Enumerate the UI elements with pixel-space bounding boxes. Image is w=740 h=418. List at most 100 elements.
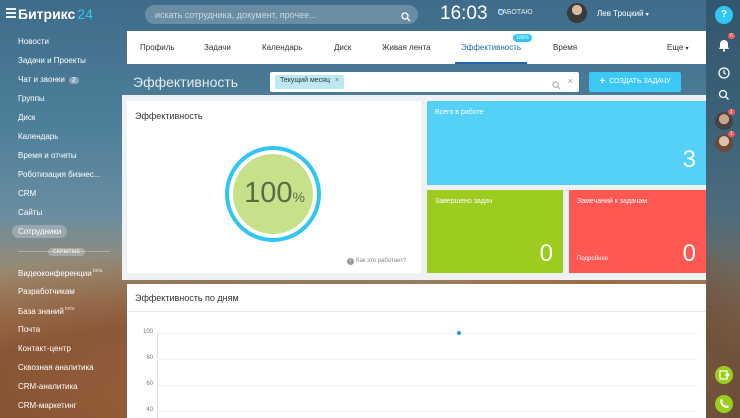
- active-tab-underline: [455, 62, 527, 64]
- search-icon[interactable]: [552, 77, 561, 95]
- tab-time[interactable]: Время: [553, 43, 577, 52]
- y-tick-label: 80: [146, 355, 153, 361]
- efficiency-unit: %: [292, 189, 305, 205]
- how-it-works-link[interactable]: i Как это работает?: [347, 258, 406, 265]
- close-icon[interactable]: ×: [335, 77, 339, 84]
- tab-disk[interactable]: Диск: [334, 43, 351, 52]
- clock[interactable]: 16:03: [440, 3, 488, 25]
- search-icon[interactable]: [401, 9, 411, 27]
- sidebar-item-label: Время и отчеты: [18, 151, 77, 160]
- filter-chip-label: Текущий месяц: [280, 77, 330, 84]
- tile-value: 3: [682, 146, 696, 173]
- y-tick-label: 40: [146, 407, 153, 413]
- tile-remarks[interactable]: Замечаний к задачам Подробнее 0: [569, 190, 706, 273]
- grid-line: [157, 385, 697, 386]
- sidebar-item-label: Роботизация бизнес...: [18, 170, 101, 179]
- search-box[interactable]: [145, 5, 418, 27]
- counter-badge: 2: [68, 77, 79, 84]
- sidebar-item-video[interactable]: Видеоконференцииbeta: [18, 268, 102, 278]
- data-point[interactable]: [457, 331, 462, 335]
- chevron-down-icon: ▾: [645, 12, 649, 18]
- tab-live-feed[interactable]: Живая лента: [382, 43, 431, 52]
- sidebar-item-crm-marketing[interactable]: CRM-маркетинг: [18, 401, 77, 410]
- sidebar-item-label: Календарь: [18, 132, 59, 141]
- contact-avatar[interactable]: 1: [715, 109, 735, 130]
- sidebar-item-mail[interactable]: Почта: [18, 325, 40, 334]
- how-it-works-label: Как это работает?: [356, 258, 407, 264]
- tab-tasks[interactable]: Задачи: [204, 43, 231, 52]
- tile-value: 0: [539, 240, 553, 267]
- sidebar-item-label: Сквозная аналитика: [18, 363, 94, 372]
- search-input[interactable]: [145, 5, 385, 25]
- sidebar-item-tasks[interactable]: Задачи и Проекты: [18, 56, 86, 65]
- tile-completed[interactable]: Завершено задач 0: [427, 190, 563, 273]
- search-icon[interactable]: [715, 86, 733, 104]
- top-bar: Битрикс24 16:03 РАБОТАЮ Лев Троцкий ▾: [0, 0, 740, 28]
- tab-profile[interactable]: Профиль: [140, 43, 175, 52]
- chevron-down-icon: ▾: [685, 46, 689, 52]
- sidebar-item-label: CRM: [18, 189, 37, 198]
- efficiency-value: 100%: [237, 177, 312, 210]
- logo-number: 24: [77, 6, 93, 22]
- notification-count: 6: [728, 33, 735, 39]
- clock-icon[interactable]: [715, 64, 733, 82]
- sidebar-item-crm-analytics[interactable]: CRM-аналитика: [18, 382, 78, 391]
- sidebar-item-label: Видеоконференции: [18, 269, 92, 278]
- filter-box[interactable]: Текущий месяц × ×: [270, 72, 579, 92]
- tile-label: Завершено задач: [435, 198, 493, 205]
- sidebar-item-disk[interactable]: Диск: [18, 113, 35, 122]
- phone-icon[interactable]: [715, 395, 733, 413]
- user-menu[interactable]: Лев Троцкий ▾: [597, 9, 649, 18]
- divider: [127, 311, 706, 312]
- sidebar-item-label: База знаний: [18, 307, 64, 316]
- plus-icon: +: [599, 76, 606, 87]
- sidebar-item-label: Чат и звонки: [18, 75, 65, 84]
- avatar[interactable]: [567, 3, 587, 23]
- sidebar-item-contact-center[interactable]: Контакт-центр: [18, 344, 71, 353]
- open-lines-icon[interactable]: [715, 366, 733, 384]
- right-rail: ? 6 1 1: [706, 0, 740, 418]
- sidebar-item-developers[interactable]: Разработчикам: [18, 287, 75, 296]
- profile-tabs: Профиль Задачи Календарь Диск Живая лент…: [127, 31, 706, 64]
- user-name: Лев Троцкий: [597, 9, 644, 18]
- sidebar-item-chat[interactable]: Чат и звонки 2: [18, 75, 79, 84]
- logo[interactable]: Битрикс 24: [18, 6, 93, 22]
- sidebar-item-news[interactable]: Новости: [18, 37, 49, 46]
- chart-title: Эффективность по дням: [135, 293, 239, 303]
- help-icon[interactable]: ?: [715, 6, 733, 24]
- tab-calendar[interactable]: Календарь: [262, 43, 302, 52]
- sidebar-item-label: Сайты: [18, 208, 43, 217]
- details-link[interactable]: Подробнее: [577, 256, 608, 262]
- sidebar-item-time[interactable]: Время и отчеты: [18, 151, 77, 160]
- sidebar-item-employees[interactable]: Сотрудники: [12, 225, 68, 238]
- sidebar-item-robots[interactable]: Роботизация бизнес...: [18, 170, 100, 179]
- menu-icon[interactable]: [6, 8, 16, 18]
- sidebar-item-label: CRM-маркетинг: [18, 401, 77, 410]
- sidebar-item-label: Разработчикам: [18, 287, 75, 296]
- sidebar-item-groups[interactable]: Группы: [18, 94, 45, 103]
- y-axis: [157, 332, 158, 418]
- work-status[interactable]: РАБОТАЮ: [498, 9, 533, 16]
- tab-efficiency[interactable]: Эффективность: [461, 43, 521, 52]
- efficiency-title: Эффективность: [135, 111, 203, 121]
- contact-avatar[interactable]: 1: [715, 131, 735, 152]
- daily-chart-card: Эффективность по дням 100 80 60 40: [127, 284, 706, 418]
- sidebar-item-crm[interactable]: CRM: [18, 189, 36, 198]
- hidden-section-toggle[interactable]: СКРЫТЫЕ: [48, 248, 86, 256]
- create-task-button[interactable]: + СОЗДАТЬ ЗАДАЧУ: [589, 72, 681, 92]
- grid-line: [157, 411, 697, 412]
- sidebar-item-calendar[interactable]: Календарь: [18, 132, 58, 141]
- clear-icon[interactable]: ×: [568, 76, 573, 86]
- sidebar-item-sites[interactable]: Сайты: [18, 208, 42, 217]
- sidebar-item-label: Почта: [18, 325, 41, 334]
- y-tick-label: 100: [142, 329, 153, 335]
- filter-chip[interactable]: Текущий месяц ×: [275, 75, 345, 89]
- contact-count: 1: [728, 109, 735, 115]
- sidebar-item-analytics[interactable]: Сквозная аналитика: [18, 363, 94, 372]
- tile-in-work[interactable]: Всего в работе 3: [427, 101, 706, 185]
- efficiency-number: 100: [244, 177, 293, 209]
- create-task-label: СОЗДАТЬ ЗАДАЧУ: [609, 78, 671, 85]
- sidebar-item-knowledge[interactable]: База знанийbeta: [18, 306, 75, 316]
- bell-icon[interactable]: 6: [715, 33, 735, 54]
- tab-more[interactable]: Еще ▾: [667, 43, 689, 52]
